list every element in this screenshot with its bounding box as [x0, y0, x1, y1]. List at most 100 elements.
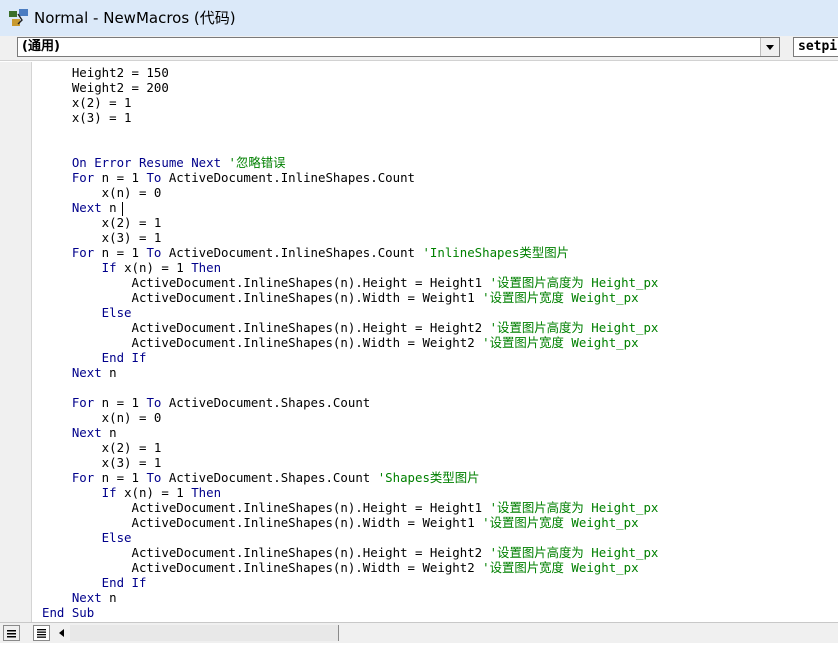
code-text: ActiveDocument.InlineShapes.Count [161, 170, 415, 185]
code-text: x(2) = 1 [42, 440, 162, 455]
code-line[interactable]: ActiveDocument.InlineShapes(n).Width = W… [42, 560, 658, 575]
code-text: n [101, 425, 117, 440]
code-text: ActiveDocument.InlineShapes.Count [161, 245, 423, 260]
code-line[interactable]: End If [42, 350, 658, 365]
code-line[interactable]: ActiveDocument.InlineShapes(n).Height = … [42, 275, 659, 290]
margin-indicator-bar[interactable] [0, 62, 32, 622]
code-line[interactable] [42, 140, 658, 155]
code-text: ActiveDocument.InlineShapes(n).Height = … [42, 320, 490, 335]
code-text: x(n) = 1 [116, 485, 192, 500]
full-module-view-button[interactable] [33, 625, 50, 641]
code-comment: '设置图片高度为 Height_px [489, 320, 659, 335]
code-line[interactable]: For n = 1 To ActiveDocument.InlineShapes… [42, 170, 658, 185]
code-keyword: Then [191, 485, 222, 500]
code-keyword: For [42, 470, 95, 485]
code-text: n = 1 [94, 170, 147, 185]
procedure-view-button[interactable] [3, 625, 20, 641]
code-line[interactable] [42, 380, 658, 395]
code-text: ActiveDocument.InlineShapes(n).Height = … [42, 500, 490, 515]
code-line[interactable]: Else [42, 530, 658, 545]
code-line[interactable]: On Error Resume Next '忽略错误 [42, 155, 658, 170]
code-comment: '设置图片高度为 Height_px [489, 545, 659, 560]
code-keyword: If [42, 260, 117, 275]
code-line[interactable]: Next n [42, 425, 658, 440]
code-line[interactable]: x(2) = 1 [42, 215, 658, 230]
full-module-view-icon [37, 629, 46, 638]
code-line[interactable]: For n = 1 To ActiveDocument.Shapes.Count [42, 395, 658, 410]
code-line[interactable]: x(3) = 1 [42, 455, 658, 470]
code-text: ActiveDocument.InlineShapes(n).Width = W… [42, 290, 483, 305]
code-text: x(2) = 1 [42, 95, 132, 110]
code-text: ActiveDocument.Shapes.Count [161, 395, 371, 410]
code-line[interactable] [42, 125, 658, 140]
code-keyword: Next [42, 200, 102, 215]
code-text: ActiveDocument.InlineShapes(n).Height = … [42, 275, 490, 290]
code-line[interactable]: ActiveDocument.InlineShapes(n).Height = … [42, 500, 659, 515]
code-line[interactable]: For n = 1 To ActiveDocument.Shapes.Count… [42, 470, 658, 485]
code-editor[interactable]: Height2 = 150 Weight2 = 200 x(2) = 1 x(3… [0, 62, 838, 622]
code-keyword: For [42, 245, 95, 260]
code-line[interactable]: End If [42, 575, 658, 590]
code-line[interactable]: Next n [42, 200, 658, 215]
code-keyword: To [146, 470, 162, 485]
code-line[interactable]: Weight2 = 200 [42, 80, 658, 95]
vba-module-icon[interactable] [8, 8, 30, 28]
code-keyword: To [146, 170, 162, 185]
bottom-bar [0, 622, 838, 643]
code-comment: '设置图片宽度 Weight_px [482, 290, 639, 305]
code-text: x(3) = 1 [42, 110, 132, 125]
code-keyword: Next [42, 590, 102, 605]
scroll-left-button[interactable] [55, 625, 69, 641]
code-keyword: For [42, 395, 95, 410]
code-comment: '设置图片高度为 Height_px [489, 500, 659, 515]
code-line[interactable]: x(3) = 1 [42, 230, 658, 245]
code-comment: '忽略错误 [221, 155, 286, 170]
code-line[interactable]: x(3) = 1 [42, 110, 658, 125]
code-text: Weight2 = 200 [42, 80, 169, 95]
code-text: n = 1 [94, 395, 147, 410]
code-line[interactable]: End Sub [42, 605, 658, 620]
code-line[interactable]: x(n) = 0 [42, 410, 658, 425]
code-text: ActiveDocument.InlineShapes(n).Width = W… [42, 335, 483, 350]
code-text: Height2 = 150 [42, 65, 169, 80]
code-keyword: To [146, 395, 162, 410]
code-line[interactable]: ActiveDocument.InlineShapes(n).Height = … [42, 320, 659, 335]
horizontal-scrollbar[interactable] [70, 625, 339, 641]
code-comment: 'InlineShapes类型图片 [422, 245, 569, 260]
code-line[interactable]: x(n) = 0 [42, 185, 658, 200]
code-comment: '设置图片宽度 Weight_px [482, 560, 639, 575]
title-bar[interactable]: Normal - NewMacros (代码) [0, 0, 838, 36]
code-line[interactable]: Next n [42, 590, 658, 605]
code-comment: '设置图片宽度 Weight_px [482, 515, 639, 530]
code-line[interactable]: ActiveDocument.InlineShapes(n).Height = … [42, 545, 659, 560]
code-line[interactable]: If x(n) = 1 Then [42, 260, 658, 275]
code-keyword: Then [191, 260, 222, 275]
code-text: ActiveDocument.InlineShapes(n).Height = … [42, 545, 490, 560]
code-keyword: Next [42, 365, 102, 380]
code-line[interactable]: ActiveDocument.InlineShapes(n).Width = W… [42, 290, 658, 305]
code-text: x(n) = 0 [42, 185, 162, 200]
code-text: ActiveDocument.InlineShapes(n).Width = W… [42, 515, 483, 530]
object-combo-dropdown-button[interactable] [760, 38, 779, 56]
procedure-combo-value: setpi [798, 39, 838, 54]
code-keyword: On Error Resume Next [42, 155, 222, 170]
object-combo[interactable]: (通用) [17, 37, 780, 57]
procedure-combo[interactable]: setpi [793, 37, 838, 57]
code-keyword: If [42, 485, 117, 500]
code-line[interactable]: x(2) = 1 [42, 95, 658, 110]
code-keyword: For [42, 170, 95, 185]
code-line[interactable]: Height2 = 150 [42, 65, 658, 80]
code-line[interactable]: Next n [42, 365, 658, 380]
code-line[interactable]: Else [42, 305, 658, 320]
object-combo-value: (通用) [22, 39, 60, 54]
code-line[interactable]: ActiveDocument.InlineShapes(n).Width = W… [42, 515, 658, 530]
scroll-left-icon [59, 629, 64, 637]
code-line[interactable]: ActiveDocument.InlineShapes(n).Width = W… [42, 335, 658, 350]
code-keyword: To [146, 245, 162, 260]
code-line[interactable]: x(2) = 1 [42, 440, 658, 455]
text-caret [122, 202, 123, 216]
code-line[interactable]: If x(n) = 1 Then [42, 485, 658, 500]
code-line[interactable]: For n = 1 To ActiveDocument.InlineShapes… [42, 245, 658, 260]
code-lines[interactable]: Height2 = 150 Weight2 = 200 x(2) = 1 x(3… [42, 65, 658, 620]
code-text: ActiveDocument.InlineShapes(n).Width = W… [42, 560, 483, 575]
